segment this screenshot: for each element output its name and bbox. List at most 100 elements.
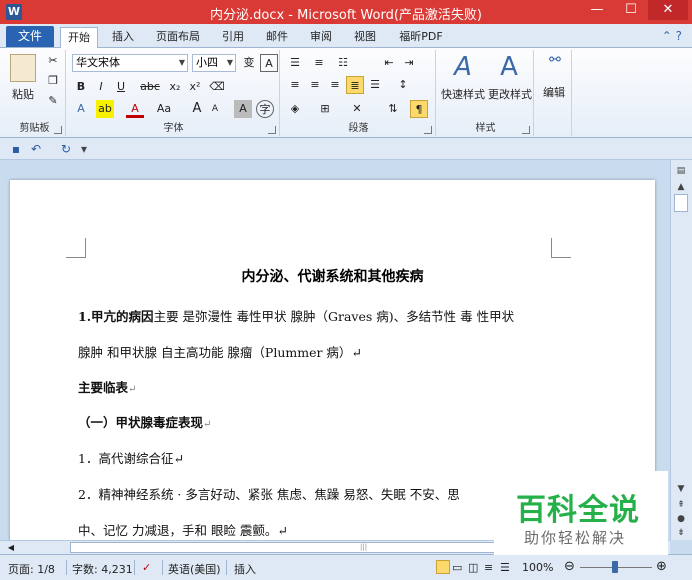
maximize-button[interactable]: ☐ [614,0,648,20]
undo-icon[interactable]: ↶ [28,141,44,157]
shrink-font-button[interactable]: A [206,100,224,118]
enclose-characters-button[interactable]: 字 [256,100,274,118]
insert-mode-status[interactable]: 插入 [234,561,256,577]
scroll-down-icon[interactable]: ▼ [674,482,688,496]
shading-icon[interactable]: ◈ [286,100,304,118]
close-button[interactable]: ✕ [648,0,688,20]
tab-review[interactable]: 审阅 [306,27,336,48]
quick-styles-icon[interactable]: A [448,52,478,82]
align-center-icon[interactable]: ≡ [306,76,324,94]
multilevel-list-icon[interactable]: ☷ [334,54,352,72]
outline-view-icon[interactable]: ≡ [484,561,493,574]
paste-button[interactable]: 粘贴 [6,86,40,102]
line-spacing-icon[interactable]: ↕ [394,76,412,94]
clipboard-launcher[interactable] [54,126,62,134]
font-name-combo[interactable]: 华文宋体 ▼ [72,54,188,72]
word-count[interactable]: 字数: 4,231 [72,561,133,577]
save-icon[interactable]: ▪ [8,141,24,157]
tab-insert[interactable]: 插入 [108,27,138,48]
copy-icon[interactable]: ❐ [44,72,62,90]
doc-line-3-text: ↵ [128,384,137,395]
watermark-logo: 百科全说 助你轻松解决 [494,471,668,555]
show-marks-icon[interactable]: ¶ [410,100,428,118]
tab-mailings[interactable]: 邮件 [262,27,292,48]
borders-icon[interactable]: ⊞ [316,100,334,118]
styles-launcher[interactable] [522,126,530,134]
vertical-scroll-thumb[interactable] [674,194,688,212]
paste-icon[interactable] [10,54,36,82]
numbering-icon[interactable]: ≡ [310,54,328,72]
redo-icon[interactable]: ↻ [58,141,74,157]
help-icon[interactable]: ⌃ ? [662,29,682,43]
phonetic-guide-icon[interactable]: 变 [240,54,258,72]
justify-icon[interactable]: ≣ [346,76,364,94]
character-shading-button[interactable]: A [234,100,252,118]
tab-file[interactable]: 文件 [6,26,54,47]
draft-view-icon[interactable]: ☰ [500,561,510,574]
status-bar: 页面: 1/8 字数: 4,231 ✓ 英语(美国) 插入 ▭ ◫ ≡ ☰ 10… [0,554,692,580]
bullets-icon[interactable]: ☰ [286,54,304,72]
vertical-scrollbar[interactable]: ▤ ▲ ▼ ⇞ ● ⇟ [670,160,692,540]
italic-button[interactable]: I [92,78,110,96]
ribbon-tabs: 文件 开始 插入 页面布局 引用 邮件 审阅 视图 福昕PDF ⌃ ? [0,24,692,49]
web-layout-icon[interactable]: ◫ [468,561,478,574]
zoom-percent[interactable]: 100% [522,561,553,574]
watermark-sub-text: 助你轻松解决 [524,529,627,547]
chinese-layout-icon[interactable]: ✕ [348,100,366,118]
zoom-in-icon[interactable]: ⊕ [656,559,667,574]
tab-references[interactable]: 引用 [218,27,248,48]
doc-line-2: 腺肿 和甲状腺 自主高功能 腺瘤（Plummer 病）↵ [78,342,362,361]
change-case-button[interactable]: Aa [152,100,176,118]
decrease-indent-icon[interactable]: ⇤ [380,54,398,72]
tab-view[interactable]: 视图 [350,27,380,48]
paragraph-group-label: 段落 [348,123,369,134]
distributed-icon[interactable]: ☰ [366,76,384,94]
next-page-icon[interactable]: ⇟ [674,526,688,540]
highlight-icon[interactable]: ab [96,100,114,118]
find-binoculars-icon[interactable]: ⚯ [542,52,568,78]
align-left-icon[interactable]: ≡ [286,76,304,94]
subscript-button[interactable]: x₂ [166,78,184,96]
editing-button[interactable]: 编辑 [538,84,570,100]
clipboard-group: 粘贴 ✂ ❐ ✎ 剪贴板 [4,50,66,136]
zoom-out-icon[interactable]: ⊖ [564,559,575,574]
minimize-button[interactable]: — [580,0,614,20]
superscript-button[interactable]: x² [186,78,204,96]
customize-qat-icon[interactable]: ▾ [76,141,92,157]
change-styles-icon[interactable]: A [494,52,524,82]
page-count[interactable]: 页面: 1/8 [8,561,55,577]
character-border-icon[interactable]: A [260,54,278,72]
full-screen-reading-icon[interactable]: ▭ [452,561,462,574]
clear-formatting-icon[interactable]: ⌫ [208,78,226,96]
browse-object-icon[interactable]: ● [674,512,688,526]
bold-button[interactable]: B [72,78,90,96]
increase-indent-icon[interactable]: ⇥ [400,54,418,72]
cut-icon[interactable]: ✂ [44,52,62,70]
language-status[interactable]: 英语(美国) [168,561,221,577]
grow-font-button[interactable]: A [188,100,206,118]
quick-styles-button[interactable]: 快速样式 [438,86,488,102]
underline-button[interactable]: U [112,78,130,96]
styles-group-label: 样式 [475,123,496,134]
print-layout-view-icon[interactable] [436,560,450,574]
text-effects-icon[interactable]: A [72,100,90,118]
font-launcher[interactable] [268,126,276,134]
ruler-toggle-icon[interactable]: ▤ [674,164,688,178]
font-size-combo[interactable]: 小四 ▼ [192,54,236,72]
paragraph-group: ☰ ≡ ☷ ⇤ ⇥ ≡ ≡ ≡ ≣ ☰ ↕ ◈ ⊞ ✕ ⇅ ¶ 段落 [282,50,436,136]
format-painter-icon[interactable]: ✎ [44,92,62,110]
change-styles-button[interactable]: 更改样式 [486,86,534,102]
proofing-icon[interactable]: ✓ [142,561,151,574]
tab-page-layout[interactable]: 页面布局 [152,27,204,48]
strikethrough-button[interactable]: abc [138,78,162,96]
sort-icon[interactable]: ⇅ [384,100,402,118]
tab-foxit-pdf[interactable]: 福昕PDF [396,27,446,48]
editing-group: ⚯ 编辑 [536,50,572,136]
previous-page-icon[interactable]: ⇞ [674,498,688,512]
zoom-slider-thumb[interactable] [612,561,618,573]
scroll-up-icon[interactable]: ▲ [674,180,688,194]
tab-home[interactable]: 开始 [60,27,98,49]
paragraph-launcher[interactable] [424,126,432,134]
align-right-icon[interactable]: ≡ [326,76,344,94]
font-color-button[interactable]: A [126,100,144,118]
